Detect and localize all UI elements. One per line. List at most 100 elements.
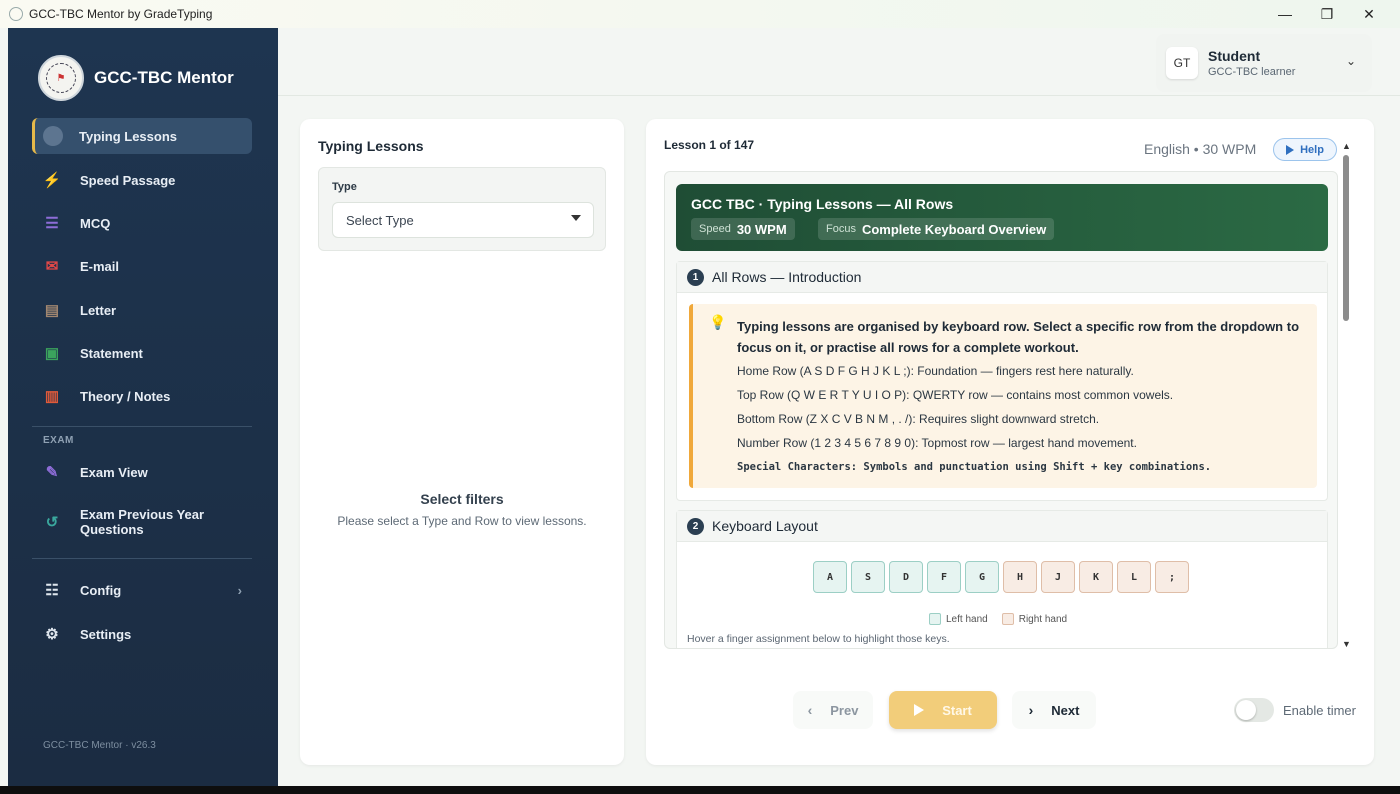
sidebar-item-label: MCQ (80, 215, 111, 231)
maximize-button[interactable]: ❐ (1306, 0, 1348, 28)
prev-button[interactable]: ‹ Prev (793, 691, 873, 729)
scroll-down-arrow[interactable]: ▼ (1342, 639, 1351, 649)
language-speed-label: English • 30 WPM (1144, 141, 1257, 157)
hand-legend: Left hand Right hand (929, 613, 1081, 625)
next-button[interactable]: › Next (1012, 691, 1096, 729)
sidebar-item-email[interactable]: ✉ E-mail (32, 248, 252, 284)
start-label: Start (942, 702, 972, 718)
key-cap[interactable]: G (965, 561, 999, 593)
play-icon (1286, 144, 1295, 155)
section-title: All Rows — Introduction (712, 269, 862, 285)
sidebar-item-label: Exam View (80, 464, 148, 480)
row-info-special: Special Characters: Symbols and punctuat… (737, 461, 1212, 473)
hover-hint: Hover a finger assignment below to highl… (687, 633, 950, 645)
lesson-banner: GCC TBC · Typing Lessons — All Rows Spee… (676, 184, 1328, 251)
excel-icon: ▣ (44, 345, 60, 362)
start-button[interactable]: Start (889, 691, 997, 729)
chevron-down-icon: ⌄ (1345, 54, 1356, 68)
section-header: 2 Keyboard Layout (677, 511, 1327, 542)
key-cap[interactable]: L (1117, 561, 1151, 593)
type-select-value: Select Type (346, 212, 414, 228)
help-button[interactable]: Help (1273, 138, 1337, 161)
lightbulb-icon: 💡 (709, 314, 727, 330)
chevron-right-icon: › (237, 582, 242, 598)
next-label: Next (1051, 702, 1080, 718)
logo: ⚑ (38, 55, 84, 101)
sliders-icon: ☷ (45, 582, 59, 599)
toggle-knob (1236, 700, 1256, 720)
keyboard-icon (43, 126, 63, 146)
version-label: GCC-TBC Mentor · v26.3 (43, 740, 156, 751)
sidebar-item-typing-lessons[interactable]: Typing Lessons (32, 118, 252, 154)
timer-label: Enable timer (1283, 703, 1356, 718)
key-cap[interactable]: J (1041, 561, 1075, 593)
key-cap[interactable]: A (813, 561, 847, 593)
type-filter-box: Type Select Type (318, 167, 606, 251)
row-info-home: Home Row (A S D F G H J K L ;): Foundati… (737, 364, 1134, 378)
sidebar-divider (32, 558, 252, 559)
right-hand-swatch (1001, 613, 1014, 625)
chevron-right-icon: › (1028, 702, 1034, 718)
sidebar-item-exam-previous-year[interactable]: ↺ Exam Previous Year Questions (32, 500, 252, 544)
lightning-icon: ⚡ (42, 172, 62, 189)
key-cap[interactable]: S (851, 561, 885, 593)
key-cap[interactable]: K (1079, 561, 1113, 593)
sidebar-item-label: Theory / Notes (80, 388, 171, 404)
row-info-number: Number Row (1 2 3 4 5 6 7 8 9 0): Topmos… (737, 436, 1137, 450)
sidebar-divider (32, 426, 252, 427)
user-info: Student GCC-TBC learner (1208, 48, 1295, 78)
scroll-thumb[interactable] (1343, 155, 1349, 321)
empty-state-title: Select filters (420, 491, 504, 507)
left-hand-swatch (929, 613, 941, 625)
taskbar-edge (0, 786, 1400, 794)
sidebar-item-letter[interactable]: ▤ Letter (32, 292, 252, 328)
sidebar-item-exam-view[interactable]: ✎ Exam View (32, 454, 252, 490)
type-select[interactable]: Select Type (332, 202, 594, 238)
legend-label: Left hand (946, 613, 988, 625)
key-cap[interactable]: ; (1155, 561, 1189, 593)
lessons-filter-panel: Typing Lessons Type Select Type Select f… (300, 119, 624, 765)
label-line-2: Questions (80, 522, 144, 537)
timer-toggle[interactable] (1234, 698, 1274, 722)
sidebar-item-label: Statement (80, 345, 143, 361)
lesson-content-scroll[interactable]: GCC TBC · Typing Lessons — All Rows Spee… (664, 171, 1338, 649)
caret-down-icon (571, 215, 581, 221)
list-icon: ☰ (45, 215, 59, 232)
section-introduction: 1 All Rows — Introduction 💡 Typing lesso… (676, 261, 1328, 501)
lesson-counter: Lesson 1 of 147 (664, 138, 755, 152)
minimize-button[interactable]: — (1264, 0, 1306, 28)
legend-left-hand: Left hand (929, 613, 988, 625)
sidebar-item-label: Settings (80, 626, 132, 642)
sidebar-item-settings[interactable]: ⚙ Settings (32, 616, 252, 652)
sidebar-item-statement[interactable]: ▣ Statement (32, 335, 252, 371)
user-role: GCC-TBC learner (1208, 66, 1296, 78)
key-cap[interactable]: D (889, 561, 923, 593)
sidebar-item-config[interactable]: ☷ Config › (32, 572, 252, 608)
sidebar-item-mcq[interactable]: ☰ MCQ (32, 205, 252, 241)
sidebar-item-theory-notes[interactable]: ▥ Theory / Notes (32, 378, 252, 414)
scroll-up-arrow[interactable]: ▲ (1342, 141, 1351, 151)
brand: ⚑ GCC-TBC Mentor (38, 55, 234, 101)
sidebar-item-label: Exam Previous Year Questions (80, 507, 204, 537)
scrollbar[interactable]: ▲ ▼ (1342, 141, 1351, 649)
sidebar-item-label: E-mail (80, 258, 120, 274)
label-line-1: Exam Previous Year (80, 507, 205, 522)
sidebar-item-speed-passage[interactable]: ⚡ Speed Passage (32, 162, 252, 198)
keyboard-row: A S D F G H J K L; (813, 561, 1193, 593)
sidebar-item-label: Speed Passage (80, 172, 176, 188)
lesson-title: GCC TBC · Typing Lessons — All Rows (691, 196, 954, 212)
speed-value: 30 WPM (736, 221, 787, 237)
speed-chip: Speed 30 WPM (691, 218, 795, 240)
edit-icon: ✎ (45, 464, 59, 481)
key-cap[interactable]: H (1003, 561, 1037, 593)
sidebar-item-label: Config (80, 582, 122, 598)
close-button[interactable]: ✕ (1348, 0, 1390, 28)
window-title: GCC-TBC Mentor by GradeTyping (29, 7, 213, 21)
app-icon (9, 7, 23, 21)
key-cap[interactable]: F (927, 561, 961, 593)
speed-key: Speed (699, 223, 731, 235)
user-menu[interactable]: GT Student GCC-TBC learner ⌄ (1156, 34, 1372, 92)
avatar: GT (1166, 47, 1198, 79)
help-label: Help (1300, 143, 1324, 156)
row-info-bottom: Bottom Row (Z X C V B N M , . /): Requir… (737, 412, 1100, 426)
